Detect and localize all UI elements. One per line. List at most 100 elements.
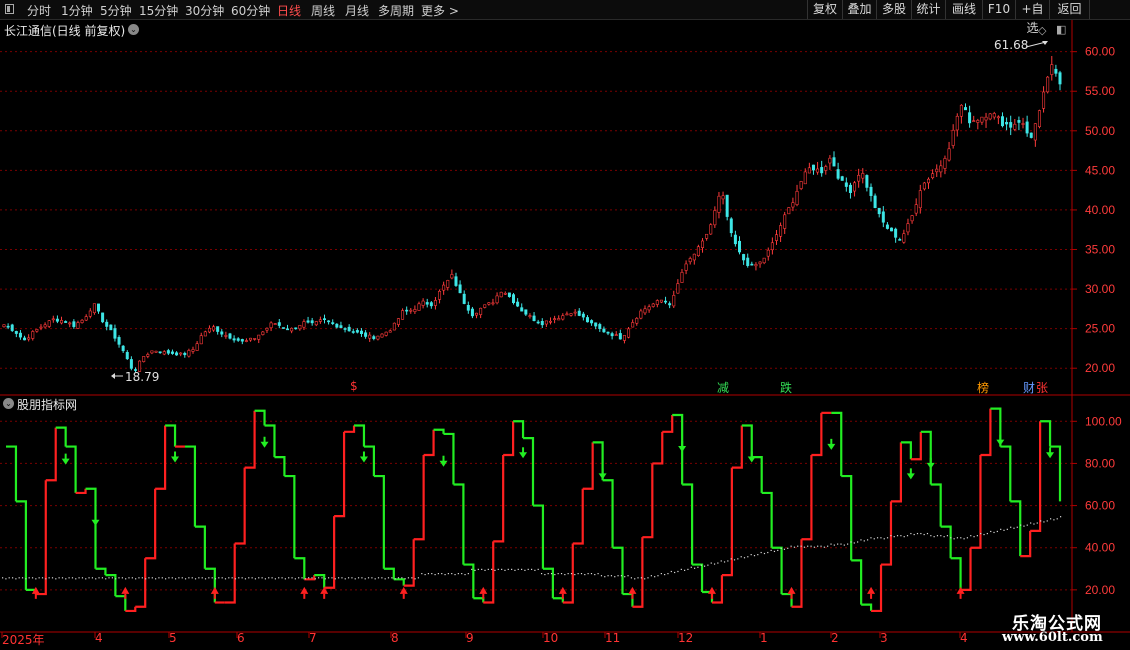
panel-toggle-icon[interactable] xyxy=(5,4,14,14)
statistics-button[interactable]: 统计 xyxy=(911,0,945,19)
candle-body xyxy=(80,319,84,323)
candle xyxy=(396,318,400,327)
high-price-label: 61.68 xyxy=(994,38,1029,52)
back-button[interactable] xyxy=(1089,0,1130,19)
candle xyxy=(228,332,232,340)
candle-body xyxy=(779,225,783,237)
baseline-dot xyxy=(28,577,30,579)
tab-30min[interactable]: 30分钟 xyxy=(185,2,224,19)
mark-button[interactable]: +自选 xyxy=(1015,0,1049,35)
high-arrow-icon xyxy=(1026,41,1048,48)
chart-area[interactable]: 20.00 25.00 30.00 35.00 40.00 45.00 50.00 55.00… xyxy=(0,20,1130,650)
baseline-dot xyxy=(288,577,290,579)
candle-body xyxy=(368,334,372,339)
event-marker-fall[interactable]: 跌 xyxy=(780,379,792,396)
candle xyxy=(286,324,290,331)
f10-button[interactable]: F10 xyxy=(982,0,1015,19)
tab-monthly[interactable]: 月线 xyxy=(345,2,369,19)
candle xyxy=(162,350,166,356)
baseline-dot xyxy=(524,569,526,571)
candle xyxy=(927,177,931,189)
candle-body xyxy=(635,318,639,324)
indicator-segment xyxy=(533,504,545,569)
baseline-dot xyxy=(627,575,629,577)
event-marker-dollar[interactable]: $ xyxy=(350,379,358,393)
candle xyxy=(672,290,676,309)
tab-more[interactable]: 更多 > xyxy=(421,2,459,19)
indicator-segment xyxy=(155,425,167,490)
baseline-dot xyxy=(1000,528,1002,530)
draw-line-button[interactable]: 画线 xyxy=(945,0,982,19)
candle-body xyxy=(824,166,828,171)
candle-body xyxy=(306,320,310,323)
candle-body xyxy=(1013,123,1017,130)
baseline-dot xyxy=(620,575,623,577)
buy-arrow-icon xyxy=(210,586,219,594)
indicator-segment xyxy=(861,603,873,611)
price-tick-label: 55.00 xyxy=(1085,84,1115,98)
baseline-dot xyxy=(920,532,922,535)
baseline-dot xyxy=(394,578,396,580)
candle xyxy=(890,227,894,232)
tab-weekly[interactable]: 周线 xyxy=(311,2,335,19)
tab-multi-period[interactable]: 多周期 xyxy=(378,2,414,19)
candle-body xyxy=(1025,121,1029,134)
baseline-dot xyxy=(218,577,220,579)
candle xyxy=(175,351,179,356)
candle xyxy=(787,207,791,215)
overlay-button[interactable]: 叠加 xyxy=(842,0,876,19)
baseline-dot xyxy=(121,577,123,579)
candle xyxy=(1025,115,1029,137)
candle xyxy=(253,338,257,341)
candle-body xyxy=(76,322,80,329)
restore-rights-button[interactable]: 复权 xyxy=(807,0,842,19)
diamond-icon[interactable]: ◇ xyxy=(1038,24,1046,37)
candle-body xyxy=(561,315,565,320)
candle-body xyxy=(836,169,840,179)
candle xyxy=(240,338,244,345)
indicator-menu-icon[interactable]: ⌄ xyxy=(3,398,14,409)
window-icon[interactable]: ◧ xyxy=(1056,23,1066,36)
candle xyxy=(618,329,622,340)
baseline-dot xyxy=(231,577,233,579)
candle xyxy=(766,247,770,261)
candle xyxy=(458,280,462,294)
candle xyxy=(142,356,146,363)
tab-60min[interactable]: 60分钟 xyxy=(231,2,270,19)
event-marker-rise[interactable]: 张 xyxy=(1036,379,1048,396)
candle-body xyxy=(35,329,39,332)
baseline-dot xyxy=(331,577,333,579)
baseline-dot xyxy=(91,577,94,579)
candle xyxy=(774,229,778,245)
candle-body xyxy=(1037,110,1041,127)
baseline-dot xyxy=(547,573,549,575)
candle xyxy=(959,104,963,124)
tab-15min[interactable]: 15分钟 xyxy=(139,2,178,19)
event-marker-list[interactable]: 榜 xyxy=(977,379,989,396)
candle xyxy=(466,301,470,314)
candle xyxy=(754,262,758,271)
tab-fenshi[interactable]: 分时 xyxy=(27,2,51,19)
candle xyxy=(335,323,339,329)
candle-body xyxy=(450,274,454,279)
event-marker-finance[interactable]: 财 xyxy=(1023,379,1035,396)
price-tick-label: 45.00 xyxy=(1085,163,1115,177)
chevron-down-icon[interactable]: ⌄ xyxy=(128,24,139,35)
baseline-dot xyxy=(534,569,536,571)
baseline-dot xyxy=(431,573,433,575)
candle xyxy=(388,329,392,333)
candle xyxy=(273,323,277,325)
baseline-dot xyxy=(570,573,573,575)
multi-stock-button[interactable]: 多股 xyxy=(876,0,911,19)
baseline-dot xyxy=(51,577,54,579)
tab-1min[interactable]: 1分钟 xyxy=(61,2,93,19)
baseline-dot xyxy=(347,577,350,579)
candle-body xyxy=(249,337,253,341)
tab-daily[interactable]: 日线 xyxy=(277,2,301,19)
add-watchlist-button[interactable]: 返回 xyxy=(1049,0,1089,19)
candle xyxy=(438,289,442,304)
baseline-dot xyxy=(847,543,849,545)
baseline-dot xyxy=(311,577,313,579)
event-marker-reduce[interactable]: 减 xyxy=(717,379,729,396)
tab-5min[interactable]: 5分钟 xyxy=(100,2,132,19)
